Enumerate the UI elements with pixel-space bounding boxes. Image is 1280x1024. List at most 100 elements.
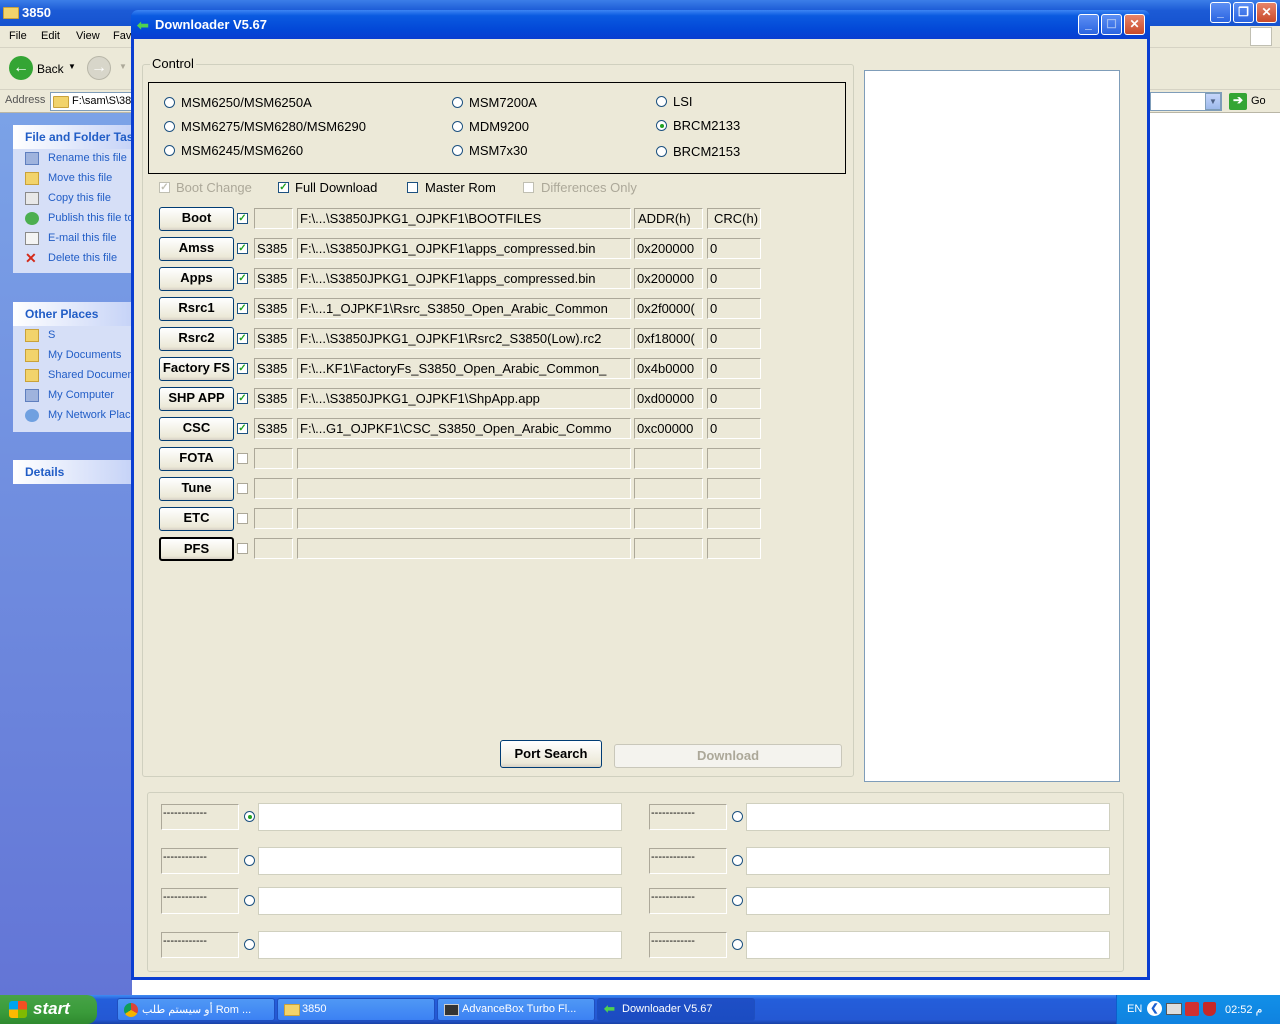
maximize-icon[interactable]: ☐ <box>1101 14 1122 35</box>
port-radio[interactable] <box>732 895 743 906</box>
task-rename[interactable]: Rename this file <box>13 149 132 169</box>
close-icon[interactable]: ✕ <box>1124 14 1145 35</box>
menu-favorites[interactable]: Fav <box>113 30 131 42</box>
go-button-label[interactable]: Go <box>1251 95 1266 107</box>
file-path-field[interactable] <box>297 448 631 469</box>
file-row-checkbox[interactable] <box>237 543 248 554</box>
model-radio[interactable] <box>164 121 175 132</box>
model-radio[interactable] <box>452 121 463 132</box>
file-row-checkbox[interactable]: ✓ <box>237 363 248 374</box>
download-button[interactable]: Download <box>614 744 842 768</box>
port-radio[interactable] <box>244 811 255 822</box>
file-amss-button[interactable]: Amss <box>159 237 234 261</box>
file-rsrc1-button[interactable]: Rsrc1 <box>159 297 234 321</box>
model-radio[interactable] <box>656 146 667 157</box>
place-s[interactable]: S <box>13 326 132 346</box>
menu-view[interactable]: View <box>76 30 100 42</box>
back-arrow-icon[interactable]: ← <box>9 56 33 80</box>
task-copy[interactable]: Copy this file <box>13 189 132 209</box>
model-radio[interactable] <box>452 145 463 156</box>
pdf-icon[interactable] <box>1185 1002 1199 1016</box>
file-path-field[interactable]: F:\...\S3850JPKG1_OJPKF1\apps_compressed… <box>297 268 631 289</box>
task-move[interactable]: Move this file <box>13 169 132 189</box>
file-path-field[interactable]: F:\...\S3850JPKG1_OJPKF1\Rsrc2_S3850(Low… <box>297 328 631 349</box>
file-row-checkbox[interactable]: ✓ <box>237 213 248 224</box>
file-row-checkbox[interactable]: ✓ <box>237 423 248 434</box>
menu-file[interactable]: File <box>9 30 27 42</box>
back-dropdown-icon[interactable]: ▼ <box>68 62 76 71</box>
differences-only-checkbox[interactable] <box>523 182 534 193</box>
place-shared-documents[interactable]: Shared Documen <box>13 366 132 386</box>
file-shp-app-button[interactable]: SHP APP <box>159 387 234 411</box>
file-row-checkbox[interactable]: ✓ <box>237 303 248 314</box>
file-factory-fs-button[interactable]: Factory FS <box>159 357 234 381</box>
back-button-label[interactable]: Back <box>37 62 64 76</box>
model-radio[interactable] <box>656 96 667 107</box>
port-radio[interactable] <box>732 811 743 822</box>
file-etc-button[interactable]: ETC <box>159 507 234 531</box>
model-radio[interactable] <box>452 97 463 108</box>
model-label[interactable]: BRCM2133 <box>673 118 740 133</box>
master-rom-checkbox[interactable] <box>407 182 418 193</box>
model-label[interactable]: MSM6250/MSM6250A <box>181 95 312 110</box>
taskbar-item-explorer[interactable]: 3850 <box>277 998 435 1021</box>
address-dropdown-icon[interactable]: ▼ <box>1205 93 1221 110</box>
place-my-network[interactable]: My Network Place <box>13 406 132 426</box>
start-button[interactable]: start <box>0 995 97 1024</box>
model-label[interactable]: MDM9200 <box>469 119 529 134</box>
file-path-field[interactable] <box>297 508 631 529</box>
model-radio[interactable] <box>164 97 175 108</box>
go-arrow-icon[interactable]: ➔ <box>1229 93 1247 110</box>
file-row-checkbox[interactable] <box>237 513 248 524</box>
model-label[interactable]: MSM7200A <box>469 95 537 110</box>
shield-icon[interactable] <box>1203 1002 1216 1016</box>
close-icon[interactable]: ✕ <box>1256 2 1277 23</box>
file-path-field[interactable]: F:\...\S3850JPKG1_OJPKF1\apps_compressed… <box>297 238 631 259</box>
model-label[interactable]: MSM6245/MSM6260 <box>181 143 303 158</box>
address-input[interactable]: F:\sam\S\38 <box>50 92 132 111</box>
file-rsrc2-button[interactable]: Rsrc2 <box>159 327 234 351</box>
task-publish[interactable]: Publish this file to <box>13 209 132 229</box>
model-radio-selected[interactable] <box>656 120 667 131</box>
keyboard-icon[interactable] <box>1166 1003 1182 1015</box>
task-delete[interactable]: ✕ Delete this file <box>13 249 132 269</box>
task-email[interactable]: E-mail this file <box>13 229 132 249</box>
dialog-titlebar[interactable]: ⬅ Downloader V5.67 _ ☐ ✕ <box>131 10 1150 39</box>
port-radio[interactable] <box>244 895 255 906</box>
file-row-checkbox[interactable]: ✓ <box>237 273 248 284</box>
details-title[interactable]: Details <box>13 460 132 484</box>
model-label[interactable]: MSM6275/MSM6280/MSM6290 <box>181 119 366 134</box>
chevron-left-icon[interactable]: ❮ <box>1147 1001 1162 1016</box>
model-label[interactable]: MSM7x30 <box>469 143 528 158</box>
other-places-title[interactable]: Other Places <box>13 302 132 326</box>
file-fota-button[interactable]: FOTA <box>159 447 234 471</box>
menu-edit[interactable]: Edit <box>41 30 60 42</box>
model-label[interactable]: LSI <box>673 94 693 109</box>
boot-change-checkbox[interactable]: ✓ <box>159 182 170 193</box>
clock[interactable]: 02:52 م <box>1225 1003 1262 1016</box>
full-download-checkbox[interactable]: ✓ <box>278 182 289 193</box>
file-path-field[interactable] <box>297 538 631 559</box>
port-radio[interactable] <box>244 855 255 866</box>
file-path-field[interactable] <box>297 478 631 499</box>
maximize-icon[interactable]: ❐ <box>1233 2 1254 23</box>
minimize-icon[interactable]: _ <box>1210 2 1231 23</box>
file-path-field[interactable]: F:\...G1_OJPKF1\CSC_S3850_Open_Arabic_Co… <box>297 418 631 439</box>
port-radio[interactable] <box>244 939 255 950</box>
forward-arrow-icon[interactable]: → <box>87 56 111 80</box>
file-tasks-title[interactable]: File and Folder Tas <box>13 125 132 149</box>
forward-dropdown-icon[interactable]: ▼ <box>119 62 127 71</box>
minimize-icon[interactable]: _ <box>1078 14 1099 35</box>
language-indicator[interactable]: EN <box>1127 1003 1142 1015</box>
file-tune-button[interactable]: Tune <box>159 477 234 501</box>
file-apps-button[interactable]: Apps <box>159 267 234 291</box>
port-search-button[interactable]: Port Search <box>500 740 602 768</box>
master-rom-label[interactable]: Master Rom <box>425 180 496 195</box>
port-radio[interactable] <box>732 939 743 950</box>
file-path-field[interactable]: F:\...\S3850JPKG1_OJPKF1\BOOTFILES <box>297 208 631 229</box>
model-radio[interactable] <box>164 145 175 156</box>
taskbar-item-downloader[interactable]: ⬅ Downloader V5.67 <box>597 998 755 1021</box>
file-path-field[interactable]: F:\...1_OJPKF1\Rsrc_S3850_Open_Arabic_Co… <box>297 298 631 319</box>
file-path-field[interactable]: F:\...KF1\FactoryFs_S3850_Open_Arabic_Co… <box>297 358 631 379</box>
file-row-checkbox[interactable]: ✓ <box>237 393 248 404</box>
